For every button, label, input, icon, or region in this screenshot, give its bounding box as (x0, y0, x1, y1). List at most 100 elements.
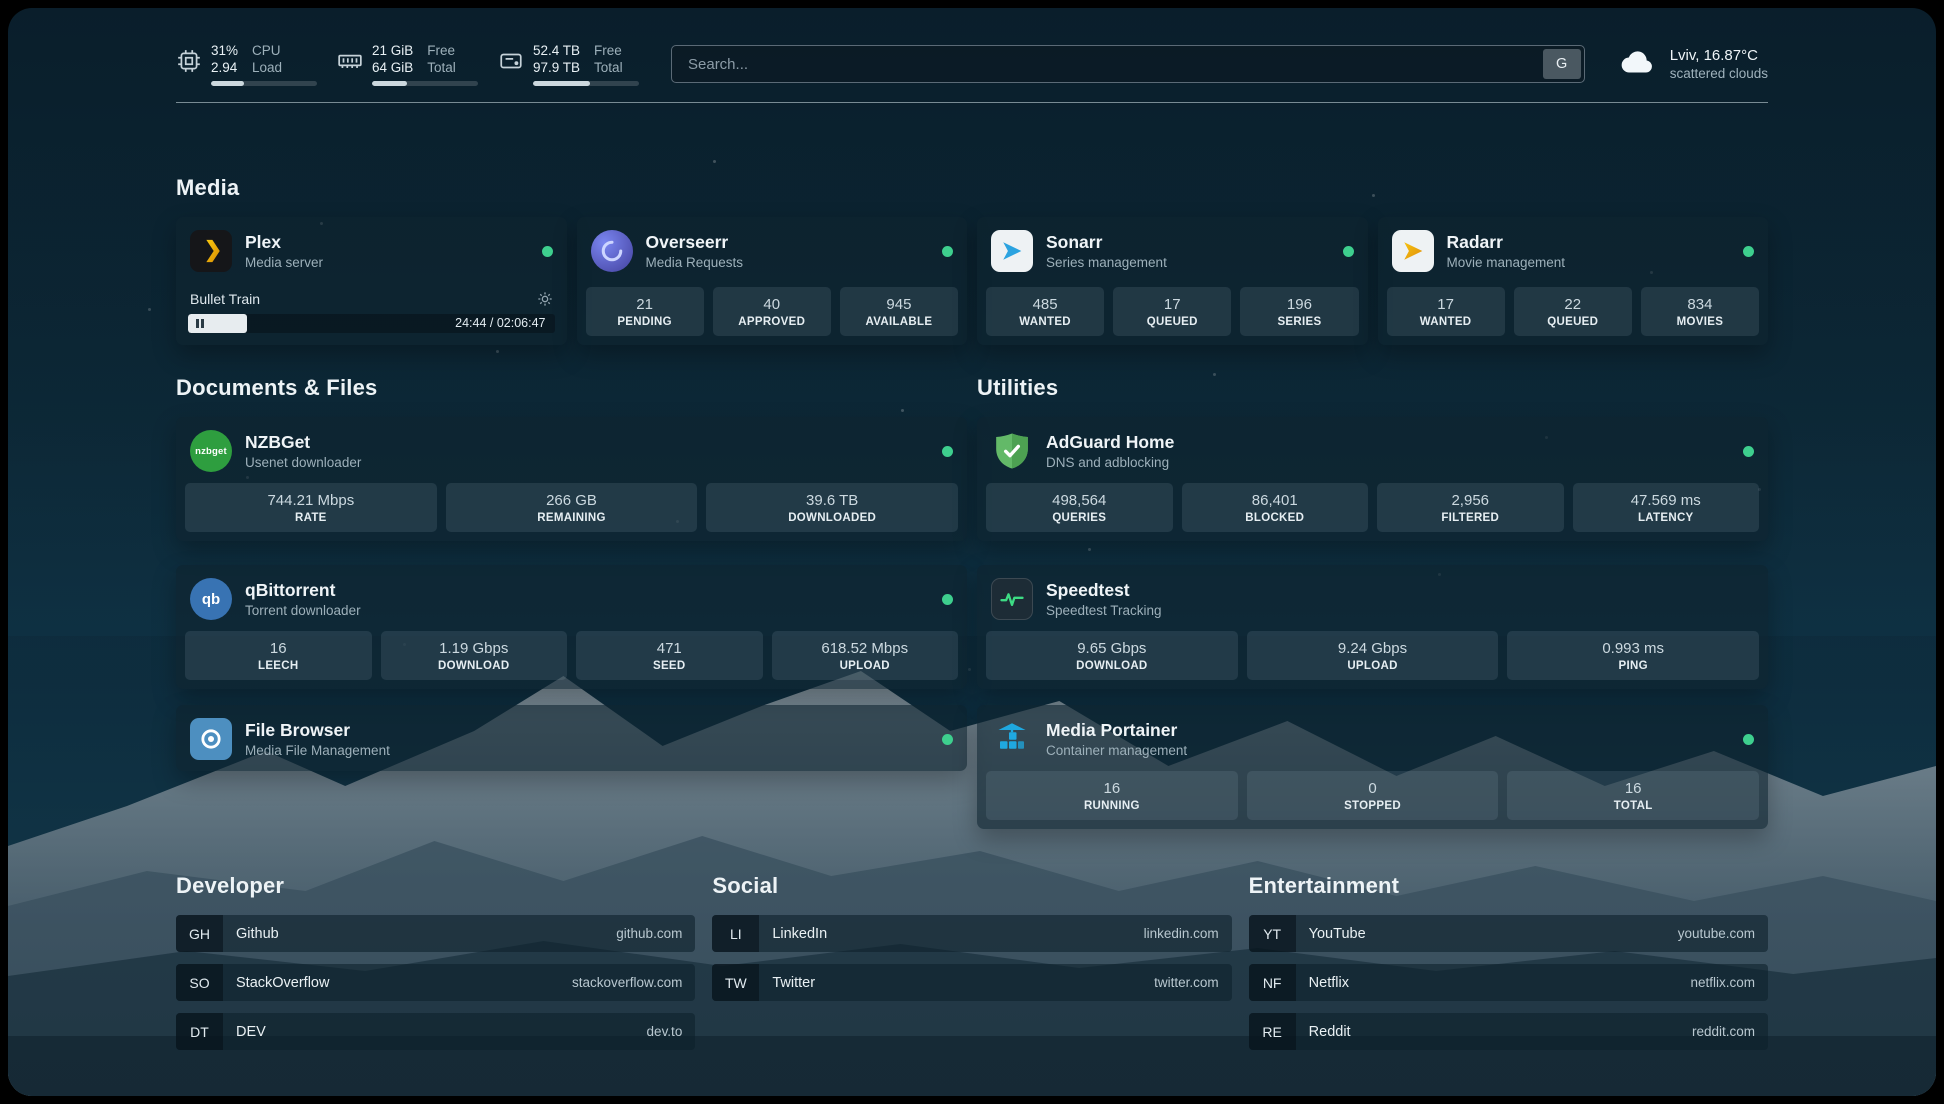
stat-value: 618.52 Mbps (776, 640, 955, 657)
bookmark-url: youtube.com (1678, 926, 1755, 941)
section-title-documents: Documents & Files (176, 375, 967, 401)
weather-location: Lviv, 16.87°C (1670, 47, 1768, 64)
disk-usage-bar (533, 81, 639, 86)
status-dot (542, 246, 553, 257)
bookmark-netflix[interactable]: NF Netflix netflix.com (1249, 964, 1768, 1001)
stat-label: RUNNING (990, 800, 1234, 812)
playback-progress-bar[interactable]: 24:44 / 02:06:47 (188, 314, 555, 333)
cpu-label-top: CPU (252, 42, 282, 59)
filebrowser-icon (190, 718, 232, 760)
card-nzbget[interactable]: nzbget NZBGet Usenet downloader 744.21 M… (176, 417, 967, 541)
stat-download: 1.19 Gbps DOWNLOAD (381, 631, 568, 680)
stat-label: DOWNLOADED (710, 512, 954, 524)
memory-usage-bar (372, 81, 478, 86)
stat-label: QUEUED (1117, 316, 1227, 328)
plex-now-playing: Bullet Train 24:44 / 02:06:47 (176, 291, 567, 345)
stat-value: 39.6 TB (710, 492, 954, 509)
app-subtitle: Usenet downloader (245, 455, 361, 470)
bookmark-abbr: TW (712, 964, 759, 1001)
card-filebrowser[interactable]: File Browser Media File Management (176, 705, 967, 771)
card-portainer[interactable]: Media Portainer Container management 16 … (977, 705, 1768, 829)
memory-label-bottom: Total (427, 59, 456, 76)
app-name: Speedtest (1046, 580, 1162, 601)
bookmark-youtube[interactable]: YT YouTube youtube.com (1249, 915, 1768, 952)
bookmark-url: linkedin.com (1144, 926, 1219, 941)
stat-value: 40 (717, 296, 827, 313)
qbittorrent-icon: qb (190, 578, 232, 620)
bookmark-stackoverflow[interactable]: SO StackOverflow stackoverflow.com (176, 964, 695, 1001)
app-subtitle: Media Requests (646, 255, 744, 270)
bookmark-github[interactable]: GH Github github.com (176, 915, 695, 952)
stat-label: TOTAL (1511, 800, 1755, 812)
stat-upload: 618.52 Mbps UPLOAD (772, 631, 959, 680)
header-divider (176, 102, 1768, 103)
app-subtitle: Speedtest Tracking (1046, 603, 1162, 618)
stat-seed: 471 SEED (576, 631, 763, 680)
app-subtitle: Media File Management (245, 743, 390, 758)
settings-gear-icon[interactable] (537, 291, 553, 307)
bookmark-columns: Developer GH Github github.com SO StackO… (176, 873, 1768, 1062)
pause-icon[interactable] (196, 319, 204, 328)
stat-value: 498,564 (990, 492, 1169, 509)
bookmark-url: stackoverflow.com (572, 975, 682, 990)
card-overseerr[interactable]: Overseerr Media Requests 21 PENDING 40 A… (577, 217, 968, 345)
stat-approved: 40 APPROVED (713, 287, 831, 336)
stat-latency: 47.569 ms LATENCY (1573, 483, 1760, 532)
stat-wanted: 485 WANTED (986, 287, 1104, 336)
app-name: Plex (245, 232, 323, 253)
stat-value: 16 (1511, 780, 1755, 797)
stat-value: 744.21 Mbps (189, 492, 433, 509)
bookmark-abbr: DT (176, 1013, 223, 1050)
stat-value: 196 (1244, 296, 1354, 313)
memory-widget: 21 GiB 64 GiB Free Total (337, 42, 478, 86)
stat-value: 21 (590, 296, 700, 313)
stat-download: 9.65 Gbps DOWNLOAD (986, 631, 1238, 680)
stat-value: 17 (1391, 296, 1501, 313)
bookmark-linkedin[interactable]: LI LinkedIn linkedin.com (712, 915, 1231, 952)
stat-label: RATE (189, 512, 433, 524)
app-name: NZBGet (245, 432, 361, 453)
middle-columns: Documents & Files nzbget NZBGet Usenet d… (176, 375, 1768, 829)
stat-leech: 16 LEECH (185, 631, 372, 680)
stat-movies: 834 MOVIES (1641, 287, 1759, 336)
memory-icon (337, 42, 363, 79)
documents-column: Documents & Files nzbget NZBGet Usenet d… (176, 375, 967, 829)
bookmark-url: netflix.com (1690, 975, 1755, 990)
app-name: Radarr (1447, 232, 1566, 253)
stat-label: PING (1511, 660, 1755, 672)
cloud-icon (1617, 46, 1659, 83)
stat-label: QUERIES (990, 512, 1169, 524)
portainer-icon (991, 718, 1033, 760)
memory-label-top: Free (427, 42, 456, 59)
app-name: Media Portainer (1046, 720, 1187, 741)
stat-value: 1.19 Gbps (385, 640, 564, 657)
card-speedtest[interactable]: Speedtest Speedtest Tracking 9.65 Gbps D… (977, 565, 1768, 689)
app-name: Overseerr (646, 232, 744, 253)
disk-label-bottom: Total (594, 59, 623, 76)
search-input[interactable] (675, 56, 1543, 73)
stat-value: 266 GB (450, 492, 694, 509)
stat-value: 2,956 (1381, 492, 1560, 509)
bookmark-reddit[interactable]: RE Reddit reddit.com (1249, 1013, 1768, 1050)
bookmark-twitter[interactable]: TW Twitter twitter.com (712, 964, 1231, 1001)
stat-label: APPROVED (717, 316, 827, 328)
disk-widget: 52.4 TB 97.9 TB Free Total (498, 42, 639, 86)
card-header: Speedtest Speedtest Tracking (977, 565, 1768, 631)
status-dot (942, 446, 953, 457)
bookmark-dev[interactable]: DT DEV dev.to (176, 1013, 695, 1050)
utilities-column: Utilities AdGuard Home (977, 375, 1768, 829)
bookmark-abbr: RE (1249, 1013, 1296, 1050)
topbar: 31% 2.94 CPU Load (176, 8, 1768, 86)
status-dot (1743, 246, 1754, 257)
search-provider-button[interactable]: G (1543, 49, 1581, 79)
card-qbittorrent[interactable]: qb qBittorrent Torrent downloader 16 LEE… (176, 565, 967, 689)
stat-wanted: 17 WANTED (1387, 287, 1505, 336)
card-plex[interactable]: Plex Media server Bullet Train (176, 217, 567, 345)
card-adguard-home[interactable]: AdGuard Home DNS and adblocking 498,564 … (977, 417, 1768, 541)
stat-label: SERIES (1244, 316, 1354, 328)
stat-label: DOWNLOAD (990, 660, 1234, 672)
status-dot (942, 246, 953, 257)
card-sonarr[interactable]: Sonarr Series management 485 WANTED 17 Q… (977, 217, 1368, 345)
card-radarr[interactable]: Radarr Movie management 17 WANTED 22 QUE… (1378, 217, 1769, 345)
stat-pending: 21 PENDING (586, 287, 704, 336)
